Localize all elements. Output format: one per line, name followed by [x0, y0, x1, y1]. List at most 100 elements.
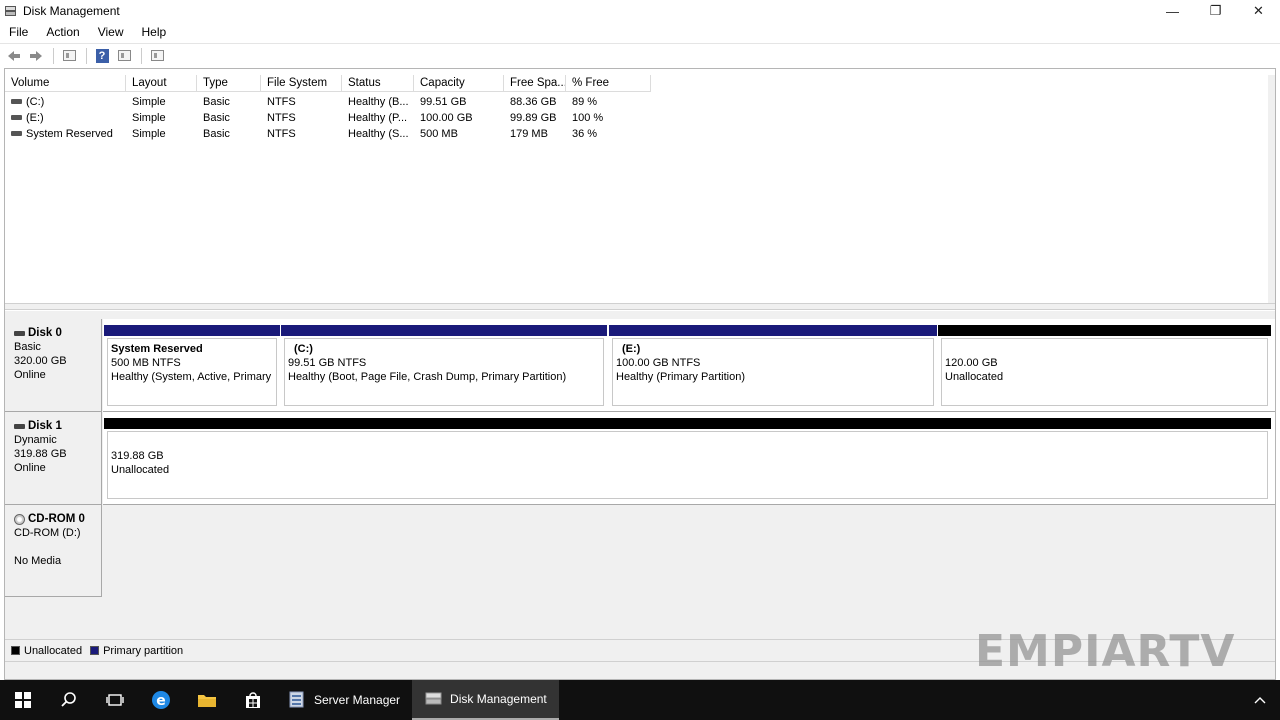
- taskbar: e Server Manager Disk Management: [0, 680, 1280, 720]
- properties-icon[interactable]: [147, 47, 167, 65]
- close-button[interactable]: ✕: [1237, 0, 1280, 22]
- partition-title: System Reserved: [111, 343, 203, 355]
- volume-name: (C:): [26, 96, 45, 108]
- type-cell: Basic: [203, 112, 230, 124]
- unallocated-swatch: [11, 646, 20, 655]
- disk-0-label[interactable]: Disk 0 Basic 320.00 GB Online: [5, 319, 102, 412]
- pane-splitter[interactable]: [5, 303, 1275, 310]
- layout-cell: Simple: [132, 128, 166, 140]
- svg-text:e: e: [156, 693, 166, 709]
- col-layout[interactable]: Layout: [126, 75, 197, 92]
- col-type[interactable]: Type: [197, 75, 261, 92]
- partition-system-reserved[interactable]: System Reserved 500 MB NTFS Healthy (Sys…: [104, 325, 280, 406]
- chevron-up-icon[interactable]: [1254, 693, 1266, 707]
- window-controls: — ❐ ✕: [1151, 0, 1280, 22]
- disk-management-icon: [425, 692, 442, 705]
- disk-icon: [14, 330, 25, 336]
- capacity-cell: 100.00 GB: [420, 112, 473, 124]
- volume-list[interactable]: Volume Layout Type File System Status Ca…: [5, 75, 1275, 303]
- back-arrow-icon[interactable]: [4, 47, 24, 65]
- cdrom-0-label[interactable]: CD-ROM 0 CD-ROM (D:) No Media: [5, 505, 102, 597]
- layout-cell: Simple: [132, 96, 166, 108]
- type-cell: Basic: [203, 128, 230, 140]
- layout-cell: Simple: [132, 112, 166, 124]
- capacity-cell: 99.51 GB: [420, 96, 467, 108]
- disk-1-type: Dynamic: [14, 434, 57, 446]
- disk-0-state: Online: [14, 369, 46, 381]
- disk-1-partitions: 319.88 GB Unallocated: [103, 412, 1275, 505]
- taskbar-app-label: Server Manager: [314, 693, 401, 707]
- volume-icon: [11, 114, 22, 120]
- console-tree-icon[interactable]: [59, 47, 79, 65]
- partition-size: 99.51 GB NTFS: [288, 357, 367, 369]
- taskbar-server-manager[interactable]: Server Manager: [276, 680, 412, 720]
- help-icon[interactable]: ?: [92, 47, 112, 65]
- volume-icon: [11, 98, 22, 104]
- capacity-cell: 500 MB: [420, 128, 458, 140]
- fs-cell: NTFS: [267, 112, 296, 124]
- system-tray: [1254, 680, 1266, 720]
- col-volume[interactable]: Volume: [5, 75, 126, 92]
- partition-status: Healthy (System, Active, Primary: [111, 371, 272, 383]
- restore-button[interactable]: ❐: [1194, 0, 1237, 22]
- toolbar-separator: [141, 47, 142, 64]
- disk-icon: [14, 423, 25, 429]
- col-filesystem[interactable]: File System: [261, 75, 342, 92]
- partition-unallocated-disk1[interactable]: 319.88 GB Unallocated: [104, 418, 1271, 499]
- table-row[interactable]: (E:) Simple Basic NTFS Healthy (P... 100…: [5, 110, 1275, 126]
- menu-help[interactable]: Help: [133, 25, 176, 39]
- unallocated-bar: [104, 418, 1271, 429]
- disk-0-partitions: System Reserved 500 MB NTFS Healthy (Sys…: [103, 319, 1275, 412]
- search-icon[interactable]: [46, 680, 92, 720]
- minimize-button[interactable]: —: [1151, 0, 1194, 22]
- table-row[interactable]: System Reserved Simple Basic NTFS Health…: [5, 126, 1275, 142]
- volume-name: System Reserved: [26, 128, 113, 140]
- disk-1-state: Online: [14, 462, 46, 474]
- windows-start-icon[interactable]: [0, 680, 46, 720]
- volume-icon: [11, 130, 22, 136]
- taskbar-disk-management[interactable]: Disk Management: [412, 680, 559, 720]
- menu-view[interactable]: View: [89, 25, 133, 39]
- action-pane-icon[interactable]: [114, 47, 134, 65]
- table-row[interactable]: (C:) Simple Basic NTFS Healthy (B... 99.…: [5, 94, 1275, 110]
- pct-cell: 36 %: [572, 128, 598, 140]
- main-frame: Volume Layout Type File System Status Ca…: [4, 68, 1276, 680]
- menu-action[interactable]: Action: [37, 25, 88, 39]
- col-percent-free[interactable]: % Free: [566, 75, 651, 92]
- legend-primary: Primary partition: [103, 644, 184, 657]
- window-title: Disk Management: [23, 4, 120, 18]
- cdrom-0-row: CD-ROM 0 CD-ROM (D:) No Media: [5, 505, 1275, 597]
- disk-1-label[interactable]: Disk 1 Dynamic 319.88 GB Online: [5, 412, 102, 505]
- menu-file[interactable]: File: [0, 25, 37, 39]
- pct-cell: 89 %: [572, 96, 598, 108]
- file-explorer-icon[interactable]: [184, 680, 230, 720]
- vertical-scrollbar[interactable]: [1268, 75, 1275, 303]
- partition-size: 120.00 GB: [945, 357, 998, 369]
- col-status[interactable]: Status: [342, 75, 414, 92]
- partition-unallocated-disk0[interactable]: 120.00 GB Unallocated: [938, 325, 1271, 406]
- edge-browser-icon[interactable]: e: [138, 680, 184, 720]
- partition-e[interactable]: (E:) 100.00 GB NTFS Healthy (Primary Par…: [609, 325, 937, 406]
- partition-status: Healthy (Boot, Page File, Crash Dump, Pr…: [288, 371, 567, 383]
- status-cell: Healthy (P...: [348, 112, 408, 124]
- col-free-space[interactable]: Free Spa...: [504, 75, 566, 92]
- disk-0-name: Disk 0: [28, 327, 62, 339]
- disk-1-size: 319.88 GB: [14, 448, 67, 460]
- col-capacity[interactable]: Capacity: [414, 75, 504, 92]
- fs-cell: NTFS: [267, 96, 296, 108]
- task-view-icon[interactable]: [92, 680, 138, 720]
- cdrom-0-drive: CD-ROM (D:): [14, 527, 81, 539]
- partition-status: Unallocated: [111, 464, 170, 476]
- primary-partition-swatch: [90, 646, 100, 655]
- store-icon[interactable]: [230, 680, 276, 720]
- forward-arrow-icon[interactable]: [26, 47, 46, 65]
- fs-cell: NTFS: [267, 128, 296, 140]
- disk-1-name: Disk 1: [28, 420, 62, 432]
- disk-0-size: 320.00 GB: [14, 355, 67, 367]
- primary-partition-bar: [609, 325, 937, 336]
- disk-0-type: Basic: [14, 341, 41, 353]
- free-cell: 88.36 GB: [510, 96, 557, 108]
- status-cell: Healthy (B...: [348, 96, 409, 108]
- partition-c[interactable]: (C:) 99.51 GB NTFS Healthy (Boot, Page F…: [281, 325, 607, 406]
- taskbar-app-label: Disk Management: [450, 692, 547, 706]
